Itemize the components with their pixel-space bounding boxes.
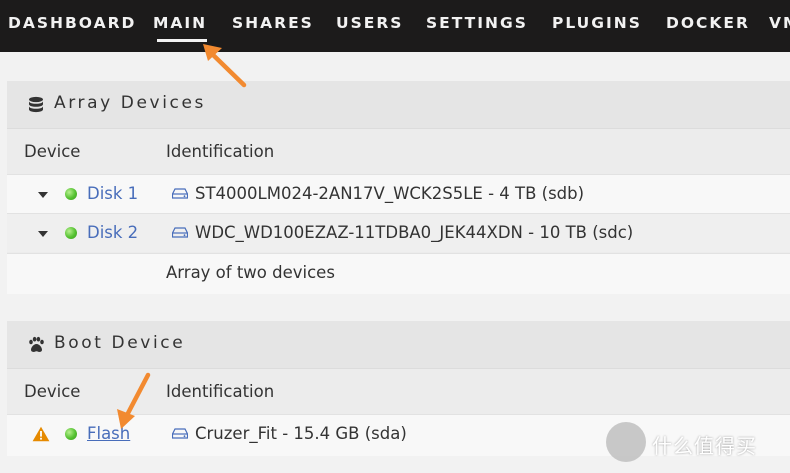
watermark-logo-icon	[606, 422, 646, 462]
tab-vms[interactable]: VM	[769, 14, 790, 32]
column-device: Device	[24, 142, 81, 161]
array-devices-header: Array Devices	[7, 81, 790, 129]
disk-link[interactable]: Disk 2	[87, 223, 138, 242]
table-row[interactable]: Disk 2 WDC_WD100EZAZ-11TDBA0_JEK44XDN - …	[7, 213, 790, 252]
array-devices-column-header: Device Identification	[7, 130, 790, 174]
array-summary: Array of two devices	[166, 263, 335, 282]
disk-identification: ST4000LM024-2AN17V_WCK2S5LE - 4 TB (sdb)	[195, 184, 585, 203]
annotation-arrow-icon	[203, 44, 247, 88]
hard-drive-icon	[172, 428, 188, 439]
boot-device-title: Boot Device	[54, 333, 186, 353]
column-device: Device	[24, 382, 81, 401]
database-icon	[29, 96, 43, 113]
watermark-text: 什么值得买	[652, 434, 757, 458]
flash-identification: Cruzer_Fit - 15.4 GB (sda)	[195, 424, 407, 443]
disk-identification: WDC_WD100EZAZ-11TDBA0_JEK44XDN - 10 TB (…	[195, 223, 634, 242]
status-green-icon	[65, 428, 77, 440]
tab-users[interactable]: USERS	[336, 14, 403, 32]
column-identification: Identification	[166, 382, 275, 401]
tab-shares[interactable]: SHARES	[232, 14, 314, 32]
expand-caret-icon[interactable]	[38, 231, 48, 237]
disk-link[interactable]: Disk 1	[87, 184, 138, 203]
hard-drive-icon	[172, 188, 188, 199]
array-devices-panel: Array Devices Device Identification Disk…	[7, 81, 790, 294]
paw-icon	[29, 336, 44, 352]
annotation-arrow-icon	[117, 372, 151, 429]
warning-icon	[32, 426, 50, 442]
table-row-summary: Array of two devices	[7, 253, 790, 294]
hard-drive-icon	[172, 227, 188, 238]
tab-settings[interactable]: SETTINGS	[426, 14, 528, 32]
array-devices-title: Array Devices	[54, 93, 206, 113]
tab-main[interactable]: MAIN	[153, 14, 208, 42]
expand-caret-icon[interactable]	[38, 192, 48, 198]
tab-docker[interactable]: DOCKER	[666, 14, 750, 32]
status-green-icon	[65, 227, 77, 239]
tab-plugins[interactable]: PLUGINS	[552, 14, 642, 32]
top-navigation: DASHBOARD MAIN SHARES USERS SETTINGS PLU…	[0, 0, 790, 52]
boot-device-header: Boot Device	[7, 321, 790, 369]
status-green-icon	[65, 188, 77, 200]
column-identification: Identification	[166, 142, 275, 161]
tab-dashboard[interactable]: DASHBOARD	[8, 14, 136, 32]
table-row[interactable]: Disk 1 ST4000LM024-2AN17V_WCK2S5LE - 4 T…	[7, 174, 790, 213]
watermark: 什么值得买	[606, 422, 776, 464]
